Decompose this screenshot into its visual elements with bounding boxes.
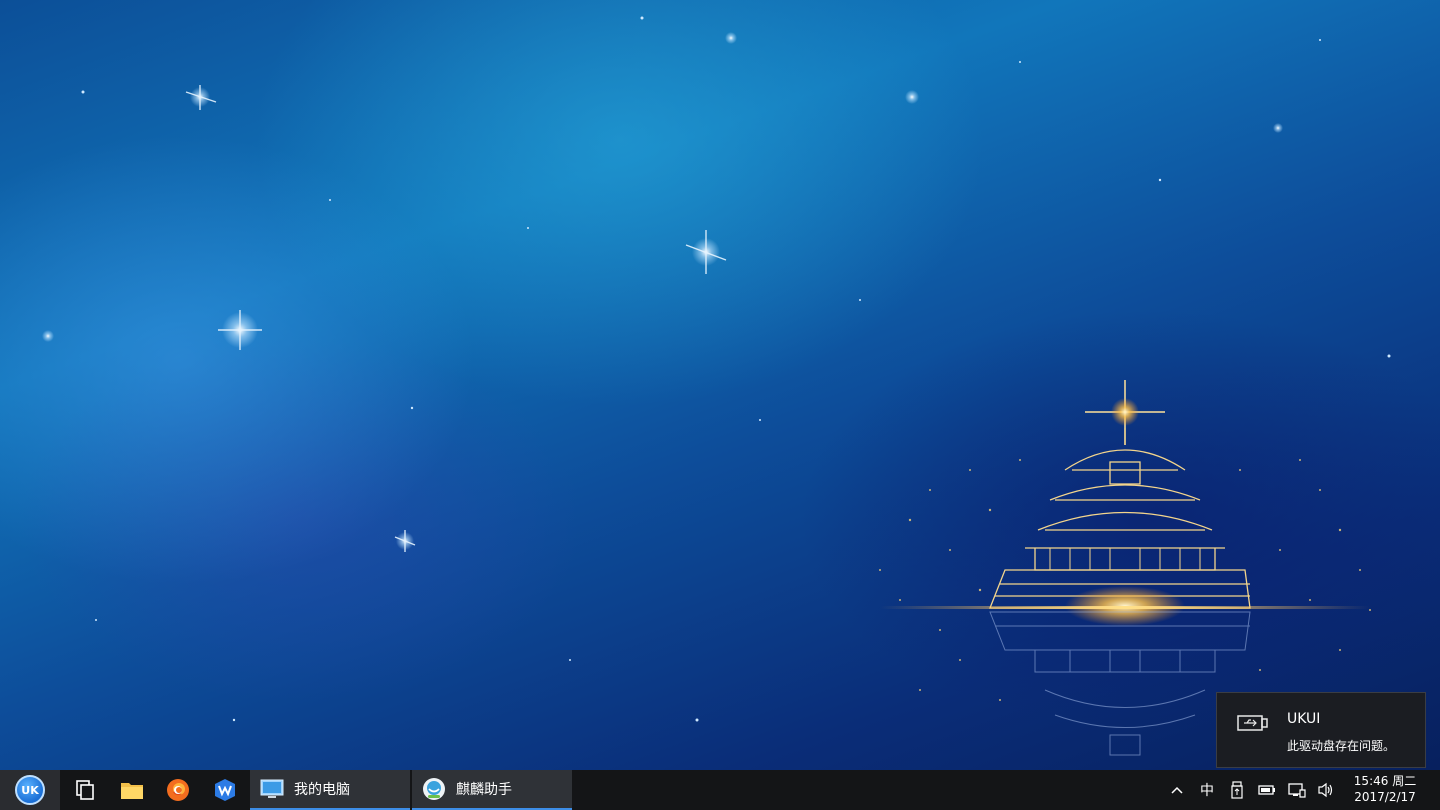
assistant-icon — [423, 778, 445, 800]
clock-time: 15:46 周二 — [1353, 774, 1417, 788]
desktop-wallpaper — [0, 0, 1440, 770]
network-icon — [1288, 783, 1306, 798]
volume-icon — [1318, 782, 1333, 798]
chevron-up-icon — [1171, 786, 1183, 794]
wps-button[interactable] — [202, 770, 248, 810]
uk-logo-icon: UK — [15, 775, 45, 805]
firefox-button[interactable] — [155, 770, 201, 810]
tray-network-button[interactable] — [1283, 770, 1311, 810]
notification-title: UKUI — [1287, 711, 1321, 727]
firefox-icon — [167, 779, 189, 801]
file-manager-button[interactable] — [109, 770, 155, 810]
task-label: 麒麟助手 — [456, 782, 512, 798]
tray-volume-button[interactable] — [1312, 770, 1340, 810]
start-menu-button[interactable]: UK — [0, 770, 60, 810]
tray-expand-button[interactable] — [1163, 770, 1191, 810]
task-label: 我的电脑 — [294, 782, 350, 798]
usb-icon — [1231, 781, 1243, 799]
tray-usb-button[interactable] — [1223, 770, 1251, 810]
clock-date: 2017/2/17 — [1354, 790, 1416, 804]
window-switch-icon — [76, 780, 94, 800]
wps-icon — [215, 779, 235, 801]
folder-icon — [121, 783, 143, 799]
task-my-computer[interactable]: 我的电脑 — [250, 770, 410, 810]
usb-drive-icon — [1237, 715, 1268, 731]
computer-icon — [260, 779, 284, 798]
notification-toast[interactable]: UKUI 此驱动盘存在问题。 — [1216, 692, 1426, 768]
taskbar-clock[interactable]: 15:46 周二 2017/2/17 — [1346, 773, 1424, 805]
show-desktop-button[interactable] — [62, 770, 108, 810]
task-kylin-assistant[interactable]: 麒麟助手 — [412, 770, 572, 810]
battery-icon — [1258, 785, 1275, 795]
notification-message: 此驱动盘存在问题。 — [1287, 739, 1396, 753]
input-method-indicator[interactable]: 中 — [1193, 770, 1221, 810]
tray-battery-button[interactable] — [1253, 770, 1281, 810]
taskbar: UK 我的电脑 麒麟助手 中 15:46 周二 2017/2/17 — [0, 770, 1440, 810]
